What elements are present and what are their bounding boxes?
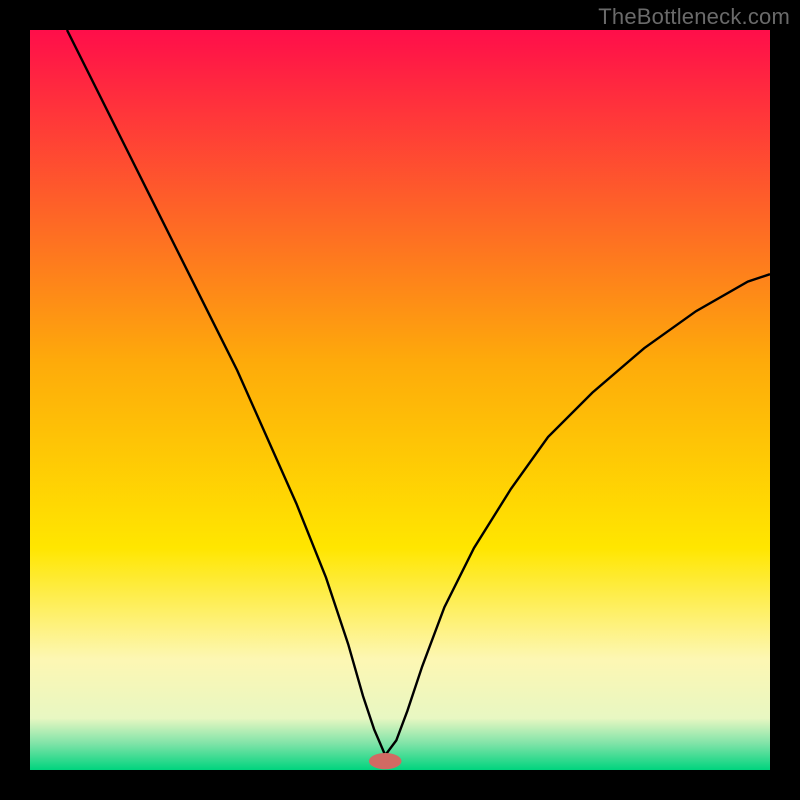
chart-svg — [30, 30, 770, 770]
watermark-text: TheBottleneck.com — [598, 4, 790, 30]
minimum-marker — [369, 753, 402, 769]
gradient-background — [30, 30, 770, 770]
plot-area — [30, 30, 770, 770]
chart-frame: TheBottleneck.com — [0, 0, 800, 800]
